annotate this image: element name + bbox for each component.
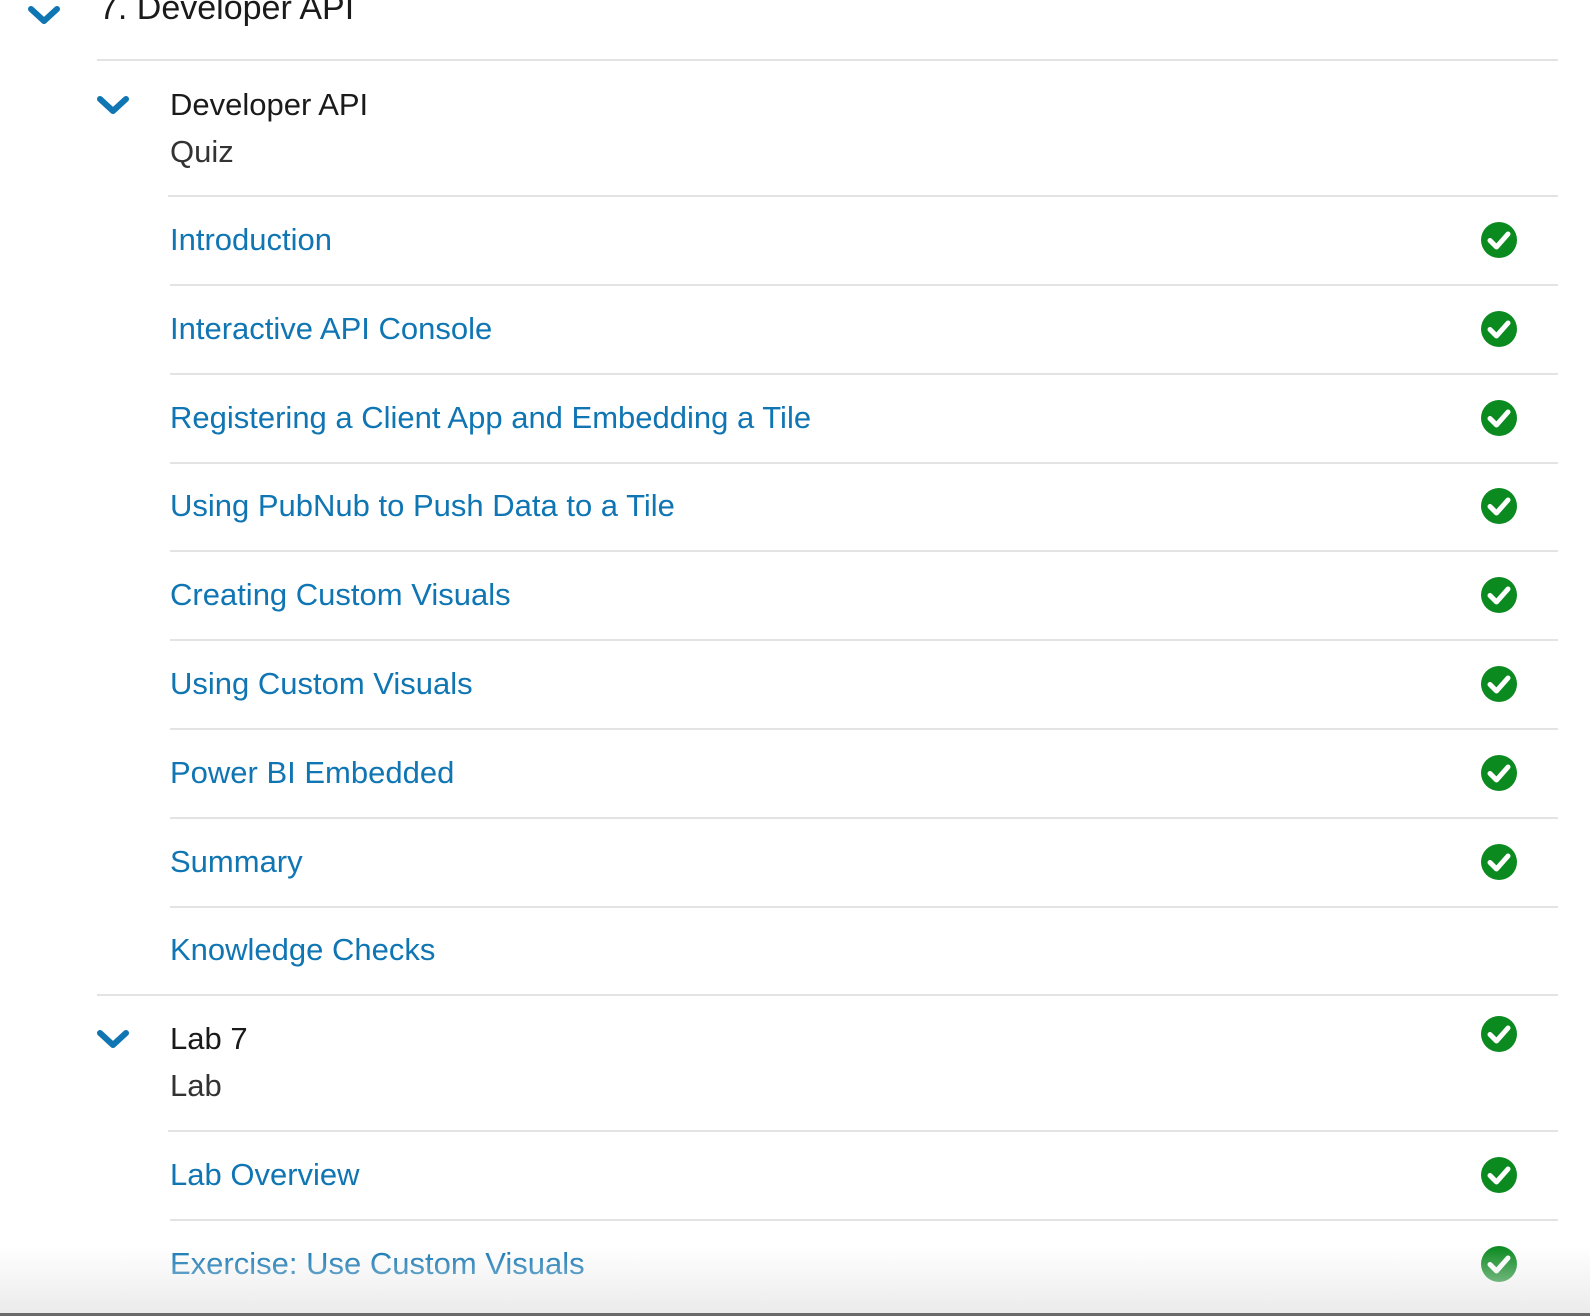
lesson-complete-check-icon — [1480, 665, 1518, 703]
lesson-complete-check-icon — [1480, 1156, 1518, 1194]
lesson-row[interactable]: Exercise: Use Custom Visuals — [170, 1220, 1558, 1310]
lesson-link[interactable]: Using Custom Visuals — [170, 665, 473, 702]
lesson-link[interactable]: Power BI Embedded — [170, 754, 454, 791]
lesson-row[interactable]: Introduction — [170, 196, 1558, 286]
lesson-row[interactable]: Registering a Client App and Embedding a… — [170, 374, 1558, 464]
lesson-row[interactable]: Using PubNub to Push Data to a Tile — [170, 462, 1558, 553]
lesson-link[interactable]: Using PubNub to Push Data to a Tile — [170, 487, 675, 524]
lesson-link[interactable]: Lab Overview — [170, 1156, 360, 1193]
lesson-row[interactable]: Using Custom Visuals — [170, 640, 1558, 730]
section-complete-check-icon — [1480, 1015, 1518, 1053]
lesson-link[interactable]: Interactive API Console — [170, 310, 492, 347]
lesson-row[interactable]: Summary — [170, 818, 1558, 908]
lesson-row[interactable]: Power BI Embedded — [170, 729, 1558, 819]
section-collapse-chevron-down-icon[interactable] — [96, 94, 130, 118]
lesson-complete-check-icon — [1480, 1245, 1518, 1283]
lesson-complete-check-icon — [1480, 221, 1518, 259]
lesson-complete-check-icon — [1480, 576, 1518, 614]
lesson-link[interactable]: Exercise: Use Custom Visuals — [170, 1245, 585, 1282]
section-title[interactable]: Developer API — [170, 86, 368, 123]
lesson-link[interactable]: Summary — [170, 843, 303, 880]
section-type-label: Lab — [170, 1068, 222, 1103]
module-divider — [97, 59, 1558, 61]
section-type-label: Quiz — [170, 134, 234, 169]
module-title[interactable]: 7. Developer API — [99, 0, 354, 29]
lesson-complete-check-icon — [1480, 754, 1518, 792]
lesson-row[interactable]: Creating Custom Visuals — [170, 551, 1558, 642]
lesson-complete-check-icon — [1480, 843, 1518, 881]
lesson-link[interactable]: Creating Custom Visuals — [170, 576, 511, 613]
lesson-link[interactable]: Introduction — [170, 221, 332, 258]
lesson-complete-check-icon — [1480, 487, 1518, 525]
section-divider — [97, 994, 1558, 996]
module-collapse-chevron-down-icon[interactable] — [27, 4, 61, 28]
lesson-link[interactable]: Knowledge Checks — [170, 931, 435, 968]
lesson-link[interactable]: Registering a Client App and Embedding a… — [170, 399, 811, 436]
lesson-row[interactable]: Lab Overview — [170, 1131, 1558, 1221]
lesson-row[interactable]: Knowledge Checks — [170, 906, 1558, 996]
lesson-complete-check-icon — [1480, 399, 1518, 437]
section-collapse-chevron-down-icon[interactable] — [96, 1028, 130, 1052]
lesson-complete-check-icon — [1480, 310, 1518, 348]
section-title[interactable]: Lab 7 — [170, 1020, 248, 1057]
lesson-row[interactable]: Interactive API Console — [170, 285, 1558, 375]
